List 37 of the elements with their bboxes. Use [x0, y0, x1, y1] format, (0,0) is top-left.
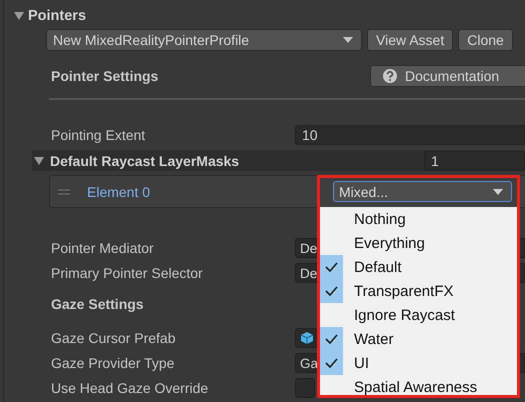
menu-item[interactable]: Everything — [320, 231, 517, 255]
collapse-triangle-icon[interactable] — [34, 156, 44, 166]
section-heading: Pointer Settings — [51, 68, 158, 84]
menu-item[interactable]: Spatial Awareness — [320, 375, 517, 399]
section-heading: Gaze Settings — [51, 296, 144, 312]
field-label: Gaze Cursor Prefab — [51, 330, 176, 346]
number-field[interactable]: 10 — [295, 125, 525, 145]
caret-icon — [343, 37, 353, 43]
layer-dropdown[interactable]: Mixed... — [333, 181, 512, 202]
menu-item[interactable]: Ignore Raycast — [320, 303, 517, 327]
cube-icon — [300, 331, 314, 345]
menu-item[interactable]: Water — [320, 327, 517, 351]
check-mark — [320, 351, 343, 375]
documentation-button[interactable]: Documentation — [370, 65, 525, 87]
field-label: Pointing Extent — [51, 127, 146, 143]
section-title: Pointers — [28, 8, 86, 24]
help-icon — [383, 69, 397, 83]
field-label: Use Head Gaze Override — [51, 380, 210, 396]
list-title: Default Raycast LayerMasks — [50, 152, 240, 168]
menu-item[interactable]: Nothing — [320, 207, 517, 231]
field-label: Primary Pointer Selector — [51, 265, 204, 281]
caret-icon — [493, 188, 503, 194]
field-label: Gaze Provider Type — [51, 355, 176, 371]
collapse-triangle-icon[interactable] — [14, 11, 24, 21]
element-label: Element 0 — [86, 184, 152, 200]
field-label: Pointer Mediator — [51, 240, 155, 256]
size-field[interactable]: 1 — [424, 150, 525, 170]
drag-handle-icon[interactable] — [58, 188, 70, 194]
menu-item[interactable]: UI — [320, 351, 517, 375]
check-mark — [320, 279, 343, 303]
menu-item[interactable]: TransparentFX — [320, 279, 517, 303]
profile-button[interactable]: Clone — [458, 29, 513, 51]
check-mark — [320, 327, 343, 351]
profile-dropdown[interactable]: New MixedRealityPointerProfile — [46, 29, 362, 51]
check-mark — [320, 255, 343, 279]
profile-button[interactable]: View Asset — [367, 29, 454, 51]
menu-item[interactable]: Default — [320, 255, 517, 279]
